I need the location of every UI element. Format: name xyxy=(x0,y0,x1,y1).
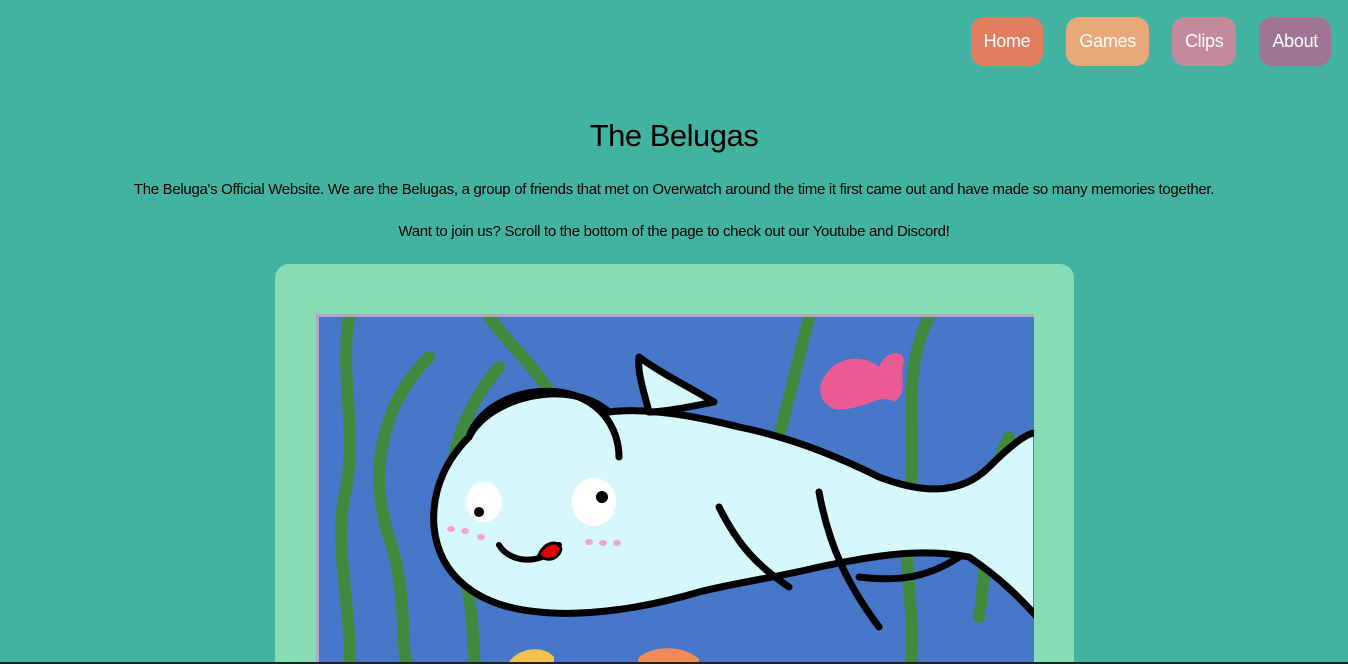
beluga-right-pupil xyxy=(596,491,608,503)
join-cta-text: Want to join us? Scroll to the bottom of… xyxy=(398,223,950,240)
beluga-right-eye xyxy=(572,478,616,526)
seaweed-strand xyxy=(335,317,356,664)
beluga-artwork xyxy=(316,314,1034,664)
beluga-left-eye xyxy=(466,482,502,522)
main-nav: Home Games Clips About xyxy=(970,17,1331,66)
nav-home-button[interactable]: Home xyxy=(970,17,1044,66)
intro-text: The Beluga's Official Website. We are th… xyxy=(133,181,1215,198)
nav-about-button[interactable]: About xyxy=(1259,17,1331,66)
nav-clips-button[interactable]: Clips xyxy=(1171,17,1237,66)
page-title: The Belugas xyxy=(589,118,759,153)
nav-games-button[interactable]: Games xyxy=(1066,17,1149,66)
beluga-left-pupil xyxy=(474,507,484,517)
beluga-illustration xyxy=(319,317,1034,664)
